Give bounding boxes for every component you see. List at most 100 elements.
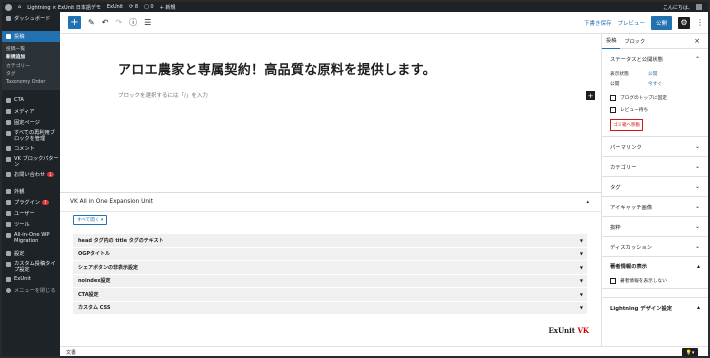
- exunit-metabox: VK All in One Expansion Unit ▴ すべて開く ▾ h…: [60, 192, 601, 346]
- panel-categories[interactable]: カテゴリー ⌄: [602, 157, 708, 177]
- sidebar-item-tools[interactable]: ツール: [2, 219, 60, 230]
- new-content-link[interactable]: + 新規: [160, 4, 176, 11]
- panel-featured-image[interactable]: アイキャッチ画像 ⌄: [602, 197, 708, 217]
- chevron-down-icon: ⌄: [694, 243, 700, 250]
- sidebar-item-plugins[interactable]: プラグイン 7: [2, 197, 60, 208]
- metabox-row[interactable]: カスタム CSS ▼: [73, 301, 587, 315]
- hide-author-checkbox[interactable]: 著者情報を表示しない: [602, 275, 708, 289]
- tab-post[interactable]: 投稿: [602, 34, 621, 49]
- panel-permalink[interactable]: パーマリンク ⌄: [602, 137, 708, 157]
- caret-up-icon: ▴: [696, 304, 700, 311]
- move-to-trash-button[interactable]: ゴミ箱へ移動: [610, 119, 643, 131]
- undo-icon[interactable]: ↶: [102, 18, 109, 27]
- panel-status[interactable]: ステータスと公開状態 ⌃: [602, 49, 708, 69]
- chevron-down-icon: ⌄: [694, 183, 700, 190]
- submenu-taxonomy-order[interactable]: Taxonomy Order: [2, 78, 60, 87]
- sidebar-item-users[interactable]: ユーザー: [2, 208, 60, 219]
- edit-tool-icon[interactable]: ✎: [88, 18, 95, 27]
- sidebar-item-contact[interactable]: お問い合わせ 1: [2, 169, 60, 180]
- exunit-link[interactable]: ExUnit: [107, 4, 123, 10]
- mail-icon: [6, 171, 11, 177]
- sidebar-item-dashboard[interactable]: ダッシュボード: [2, 12, 60, 24]
- sidebar-item-migration[interactable]: All-in-One WP Migration: [2, 230, 60, 248]
- publish-date-link[interactable]: 今すぐ: [648, 81, 662, 87]
- block-inserter-button[interactable]: +: [68, 16, 81, 29]
- updates-link[interactable]: ⟳ 8: [129, 4, 138, 10]
- sidebar-item-posts[interactable]: 投稿: [2, 31, 60, 42]
- reusable-icon: [6, 130, 11, 136]
- chevron-down-icon: ⌄: [694, 223, 700, 230]
- plugins-badge: 7: [41, 199, 49, 205]
- save-draft-button[interactable]: 下書き保存: [584, 19, 612, 27]
- wordpress-logo-icon[interactable]: [5, 3, 12, 11]
- greeting-text[interactable]: こんにちは、: [663, 4, 693, 11]
- sidebar-item-custom-post-type[interactable]: カスタム投稿タイプ設定: [2, 259, 60, 274]
- metabox-header[interactable]: VK All in One Expansion Unit ▴: [60, 193, 601, 212]
- checkbox-box[interactable]: [610, 95, 616, 101]
- submenu-add-new[interactable]: 新規追加: [2, 53, 60, 62]
- block-placeholder[interactable]: ブロックを選択するには「/」を入力: [118, 91, 208, 99]
- checkbox-box[interactable]: [610, 277, 616, 284]
- sidebar-item-exunit[interactable]: ExUnit: [2, 274, 60, 285]
- settings-sidebar: 投稿 ブロック × ステータスと公開状態 ⌃ 表示状態 公開 公開 今すぐ ブログのト…: [601, 34, 708, 346]
- checkbox-box[interactable]: [610, 107, 616, 113]
- site-name-link[interactable]: Lightning × ExUnit 日本語デモ: [27, 4, 101, 11]
- metabox-row[interactable]: CTA設定 ▼: [73, 288, 587, 302]
- submenu-all-posts[interactable]: 投稿一覧: [2, 44, 60, 53]
- sidebar-item-pages[interactable]: 固定ページ: [2, 117, 60, 128]
- panel-excerpt[interactable]: 抜粋 ⌄: [602, 217, 708, 237]
- caret-down-icon: ▼: [579, 237, 583, 243]
- more-options-icon[interactable]: ⋮: [696, 18, 704, 27]
- sticky-checkbox[interactable]: ブログのトップに固定: [610, 92, 700, 104]
- publish-row: 公開 今すぐ: [610, 81, 663, 87]
- breadcrumb[interactable]: 文書: [66, 349, 76, 356]
- metabox-row[interactable]: シェアボタンの非表示設定 ▼: [73, 261, 587, 275]
- metabox-row[interactable]: noindex設定 ▼: [73, 274, 587, 288]
- sidebar-item-comments[interactable]: コメント: [2, 143, 60, 154]
- media-icon: [6, 108, 11, 114]
- sidebar-item-reusable-blocks[interactable]: すべての再利用ブロックを管理: [2, 128, 60, 143]
- close-icon[interactable]: ×: [694, 37, 700, 45]
- metabox-row[interactable]: OGPタイトル ▼: [73, 247, 587, 261]
- preview-button[interactable]: プレビュー: [617, 19, 645, 27]
- sidebar-item-appearance[interactable]: 外観: [2, 186, 60, 197]
- settings-gear-icon[interactable]: ⚙: [678, 16, 690, 29]
- settings-tabs: 投稿 ブロック ×: [602, 34, 708, 49]
- caret-down-icon: ▼: [579, 251, 583, 257]
- publish-button[interactable]: 公開: [650, 15, 672, 30]
- admin-bar: ⌂ Lightning × ExUnit 日本語デモ ExUnit ⟳ 8 ▢ …: [2, 2, 708, 12]
- sidebar-item-cta[interactable]: CTA: [2, 95, 60, 106]
- redo-icon[interactable]: ↷: [115, 18, 122, 27]
- info-icon[interactable]: ⓘ: [129, 17, 137, 28]
- status-panel-body: 表示状態 公開 公開 今すぐ ブログのトップに固定 レビュー待ち ゴミ箱へ移動: [602, 69, 708, 137]
- post-title[interactable]: アロエ農家と専属契約！高品質な原料を提供します。: [118, 59, 436, 78]
- caret-up-icon[interactable]: ▴: [586, 199, 589, 205]
- editor-footer: 文書 💡▾: [60, 346, 708, 356]
- pending-checkbox[interactable]: レビュー待ち: [610, 104, 700, 116]
- sidebar-item-settings[interactable]: 設定: [2, 248, 60, 259]
- avatar[interactable]: [696, 4, 702, 10]
- submenu-tags[interactable]: タグ: [2, 70, 60, 79]
- exunit-icon: [6, 276, 11, 282]
- collapse-menu-button[interactable]: メニューを閉じる: [2, 285, 60, 296]
- panel-discussion[interactable]: ディスカッション ⌄: [602, 237, 708, 257]
- submenu-categories[interactable]: カテゴリー: [2, 61, 60, 70]
- editor-canvas: アロエ農家と専属契約！高品質な原料を提供します。 ブロックを選択するには「/」を…: [60, 34, 601, 184]
- panel-author-info[interactable]: 著者情報の表示 ▴: [602, 257, 708, 275]
- sidebar-item-media[interactable]: メディア: [2, 106, 60, 117]
- help-bulb-icon[interactable]: 💡▾: [682, 348, 698, 356]
- panel-tags[interactable]: タグ ⌄: [602, 177, 708, 197]
- visibility-row: 表示状態 公開: [610, 71, 658, 77]
- metabox-title: VK All in One Expansion Unit: [70, 199, 153, 205]
- comments-link[interactable]: ▢ 0: [144, 4, 154, 10]
- inline-inserter-plus-icon[interactable]: +: [586, 91, 595, 100]
- metabox-row[interactable]: head タグ内の title タグのテキスト ▼: [73, 234, 587, 248]
- home-icon[interactable]: ⌂: [18, 4, 21, 10]
- sidebar-item-vk-block-patterns[interactable]: VK ブロックパターン: [2, 154, 60, 169]
- open-all-button[interactable]: すべて開く ▾: [73, 215, 108, 225]
- panel-lightning-design[interactable]: Lightning デザイン設定 ▴: [602, 297, 708, 317]
- tab-block[interactable]: ブロック: [620, 34, 649, 49]
- visibility-link[interactable]: 公開: [648, 71, 657, 77]
- list-view-icon[interactable]: ☰: [144, 18, 151, 27]
- app-window: ⌂ Lightning × ExUnit 日本語デモ ExUnit ⟳ 8 ▢ …: [0, 0, 710, 358]
